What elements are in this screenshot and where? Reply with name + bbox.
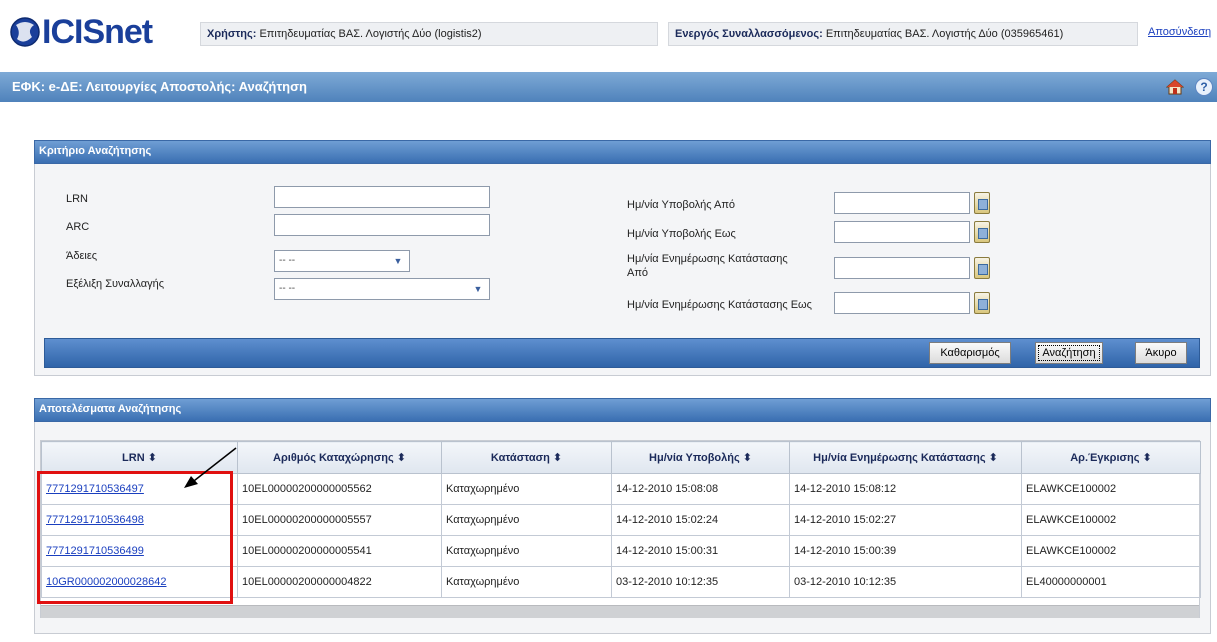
approval-number-cell: ELAWKCE100002 [1021, 535, 1201, 567]
lrn-link[interactable]: 10GR000002000028642 [41, 566, 238, 598]
lrn-link[interactable]: 7771291710536499 [41, 535, 238, 567]
lrn-label: LRN [66, 193, 89, 205]
permits-select-value: -- -- [279, 255, 296, 266]
horizontal-scrollbar[interactable] [41, 605, 1199, 618]
page-titlebar: ΕΦΚ: e-ΔΕ: Λειτουργίες Αποστολής: Αναζήτ… [0, 72, 1217, 102]
calendar-icon[interactable] [974, 257, 990, 279]
trader-value: Επιτηδευματίας ΒΑΣ. Λογιστής Δύο (035965… [825, 28, 1064, 40]
user-info: Χρήστης: Επιτηδευματίας ΒΑΣ. Λογιστής Δύ… [200, 22, 658, 46]
approval-number-cell: ELAWKCE100002 [1021, 473, 1201, 505]
column-header-status[interactable]: Κατάσταση ⬍ [441, 441, 612, 474]
submission-from-label: Ημ/νία Υποβολής Από [627, 199, 736, 211]
logo-text: ICISnet [42, 12, 153, 51]
status-cell: Καταχωρημένο [441, 566, 612, 598]
search-button[interactable]: Αναζήτηση [1035, 342, 1103, 364]
update-to-label: Ημ/νία Ενημέρωσης Κατάστασης Εως [627, 299, 812, 311]
progress-label: Εξέλιξη Συναλλαγής [66, 278, 164, 290]
cancel-button[interactable]: Άκυρο [1135, 342, 1187, 364]
table-row: 7771291710536498 10EL00000200000005557 Κ… [41, 504, 1201, 536]
status-update-date-cell: 14-12-2010 15:00:39 [789, 535, 1022, 567]
column-header-approval-number[interactable]: Αρ.Έγκρισης ⬍ [1021, 441, 1201, 474]
column-header-submission-date[interactable]: Ημ/νία Υποβολής ⬍ [611, 441, 790, 474]
annotation-arrow-icon [184, 447, 237, 488]
results-panel-header: Αποτελέσματα Αναζήτησης [34, 398, 1211, 422]
registration-number-cell: 10EL00000200000005541 [237, 535, 442, 567]
progress-select-value: -- -- [279, 283, 296, 294]
registration-number-cell: 10EL00000200000005557 [237, 504, 442, 536]
top-header: ICISnet Χρήστης: Επιτηδευματίας ΒΑΣ. Λογ… [0, 0, 1217, 66]
trader-label: Ενεργός Συναλλασσόμενος: [675, 28, 823, 40]
column-header-status-update-date[interactable]: Ημ/νία Ενημέρωσης Κατάστασης ⬍ [789, 441, 1022, 474]
submission-date-cell: 14-12-2010 15:08:08 [611, 473, 790, 505]
status-update-date-cell: 14-12-2010 15:08:12 [789, 473, 1022, 505]
lrn-link[interactable]: 7771291710536498 [41, 504, 238, 536]
submission-to-label: Ημ/νία Υποβολής Εως [627, 228, 736, 240]
submission-to-input[interactable] [834, 221, 970, 243]
criteria-panel-header: Κριτήριο Αναζήτησης [34, 140, 1211, 164]
submission-date-cell: 03-12-2010 10:12:35 [611, 566, 790, 598]
approval-number-cell: EL40000000001 [1021, 566, 1201, 598]
calendar-icon[interactable] [974, 221, 990, 243]
table-row: 7771291710536499 10EL00000200000005541 Κ… [41, 535, 1201, 567]
registration-number-cell: 10EL00000200000005562 [237, 473, 442, 505]
permits-select[interactable]: -- -- ▼ [274, 250, 410, 272]
table-row: 10GR000002000028642 10EL0000020000000482… [41, 566, 1201, 598]
home-icon[interactable] [1166, 78, 1184, 96]
user-value: Επιτηδευματίας ΒΑΣ. Λογιστής Δύο (logist… [259, 28, 482, 40]
arc-label: ARC [66, 221, 90, 233]
arc-input[interactable] [274, 214, 490, 236]
trader-info: Ενεργός Συναλλασσόμενος: Επιτηδευματίας … [668, 22, 1138, 46]
chevron-down-icon: ▼ [473, 284, 483, 294]
chevron-down-icon: ▼ [393, 256, 403, 266]
update-from-input[interactable] [834, 257, 970, 279]
status-update-date-cell: 03-12-2010 10:12:35 [789, 566, 1022, 598]
status-cell: Καταχωρημένο [441, 535, 612, 567]
help-icon[interactable]: ? [1195, 78, 1213, 96]
globe-icon [10, 17, 40, 47]
submission-from-input[interactable] [834, 192, 970, 214]
update-from-label: Ημ/νία Ενημέρωσης Κατάστασης Από [627, 253, 788, 279]
registration-number-cell: 10EL00000200000004822 [237, 566, 442, 598]
submission-date-cell: 14-12-2010 15:02:24 [611, 504, 790, 536]
lrn-input[interactable] [274, 186, 490, 208]
submission-date-cell: 14-12-2010 15:00:31 [611, 535, 790, 567]
status-cell: Καταχωρημένο [441, 473, 612, 505]
criteria-heading: Κριτήριο Αναζήτησης [39, 145, 152, 157]
status-cell: Καταχωρημένο [441, 504, 612, 536]
progress-select[interactable]: -- -- ▼ [274, 278, 490, 300]
icisnet-logo: ICISnet [10, 12, 153, 52]
results-heading: Αποτελέσματα Αναζήτησης [39, 403, 182, 415]
user-label: Χρήστης: [207, 28, 257, 40]
clear-button[interactable]: Καθαρισμός [929, 342, 1011, 364]
logout-link[interactable]: Αποσύνδεση [1148, 26, 1211, 38]
criteria-action-bar: Καθαρισμός Αναζήτηση Άκυρο [44, 338, 1200, 368]
status-update-date-cell: 14-12-2010 15:02:27 [789, 504, 1022, 536]
approval-number-cell: ELAWKCE100002 [1021, 504, 1201, 536]
calendar-icon[interactable] [974, 192, 990, 214]
update-to-input[interactable] [834, 292, 970, 314]
permits-label: Άδειες [66, 250, 98, 262]
column-header-registration-number[interactable]: Αριθμός Καταχώρησης ⬍ [237, 441, 442, 474]
calendar-icon[interactable] [974, 292, 990, 314]
page-title: ΕΦΚ: e-ΔΕ: Λειτουργίες Αποστολής: Αναζήτ… [12, 79, 307, 94]
